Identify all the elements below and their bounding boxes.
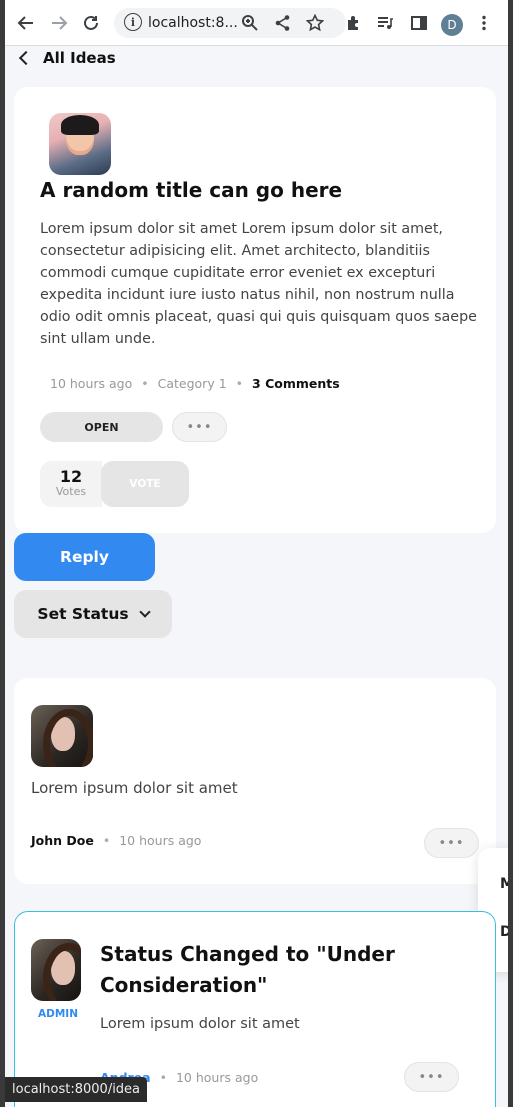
meta-separator: •: [141, 376, 149, 391]
browser-toolbar: i localhost:8... D: [5, 0, 508, 46]
ellipsis-icon: •••: [438, 835, 465, 851]
comment-meta: John Doe • 10 hours ago: [31, 833, 201, 848]
idea-more-options-button[interactable]: •••: [172, 412, 227, 442]
menu-item[interactable]: M: [500, 876, 508, 892]
idea-time: 10 hours ago: [50, 376, 133, 391]
admin-badge: ADMIN: [38, 1008, 78, 1020]
idea-category: Category 1: [157, 376, 227, 391]
set-status-button[interactable]: Set Status: [14, 590, 172, 638]
media-queue-icon[interactable]: [374, 12, 396, 34]
comment-author[interactable]: John Doe: [31, 833, 94, 848]
author-avatar[interactable]: [49, 113, 111, 175]
comment-more-options-button[interactable]: •••: [424, 828, 479, 858]
idea-card: A random title can go here Lorem ipsum d…: [14, 87, 496, 533]
set-status-label: Set Status: [37, 605, 129, 623]
admin-avatar[interactable]: [31, 939, 81, 1001]
status-change-title: Status Changed to "Under Consideration": [100, 942, 395, 997]
status-change-text: Lorem ipsum dolor sit amet: [100, 1016, 300, 1032]
chevron-left-icon: [18, 50, 34, 66]
status-badge: OPEN: [40, 412, 163, 442]
back-link[interactable]: All Ideas: [17, 48, 116, 68]
bookmark-star-icon[interactable]: [304, 12, 326, 34]
back-link-label: All Ideas: [43, 49, 116, 67]
reload-icon[interactable]: [80, 12, 102, 34]
zoom-icon[interactable]: [239, 12, 261, 34]
votes-label: Votes: [55, 485, 87, 498]
site-info-icon[interactable]: i: [124, 13, 142, 31]
browser-window: i localhost:8... D All Ideas A random ti…: [5, 0, 508, 1107]
ellipsis-icon: •••: [418, 1069, 445, 1085]
meta-separator: •: [159, 1070, 167, 1085]
reply-button[interactable]: Reply: [14, 533, 155, 581]
url-text: localhost:8...: [148, 15, 238, 31]
kebab-menu-icon[interactable]: [473, 12, 495, 34]
comment-time: 10 hours ago: [119, 833, 202, 848]
meta-separator: •: [235, 376, 244, 391]
ellipsis-icon: •••: [186, 419, 213, 435]
share-icon[interactable]: [272, 12, 294, 34]
idea-title: A random title can go here: [40, 178, 343, 202]
profile-avatar[interactable]: D: [441, 14, 463, 36]
votes-counter: 12 Votes: [40, 461, 102, 507]
comments-count[interactable]: 3 Comments: [252, 376, 340, 391]
side-panel-icon[interactable]: [408, 12, 430, 34]
comment-text: Lorem ipsum dolor sit amet: [31, 779, 238, 797]
back-arrow-icon[interactable]: [15, 12, 37, 34]
commenter-avatar[interactable]: [31, 705, 93, 767]
menu-item[interactable]: D: [500, 924, 508, 940]
idea-meta: 10 hours ago • Category 1 • 3 Comments: [50, 376, 340, 391]
meta-separator: •: [102, 833, 111, 848]
comment-card: Lorem ipsum dolor sit amet John Doe • 10…: [14, 678, 496, 884]
extensions-puzzle-icon[interactable]: [343, 12, 365, 34]
chevron-down-icon: [138, 605, 151, 618]
status-change-time: 10 hours ago: [175, 1070, 259, 1085]
status-change-more-options-button[interactable]: •••: [404, 1062, 459, 1092]
votes-count: 12: [59, 467, 83, 486]
vote-button[interactable]: VOTE: [101, 461, 189, 507]
forward-arrow-icon[interactable]: [48, 12, 70, 34]
idea-description: Lorem ipsum dolor sit amet Lorem ipsum d…: [40, 221, 477, 347]
status-bar-url: localhost:8000/idea: [5, 1077, 148, 1102]
